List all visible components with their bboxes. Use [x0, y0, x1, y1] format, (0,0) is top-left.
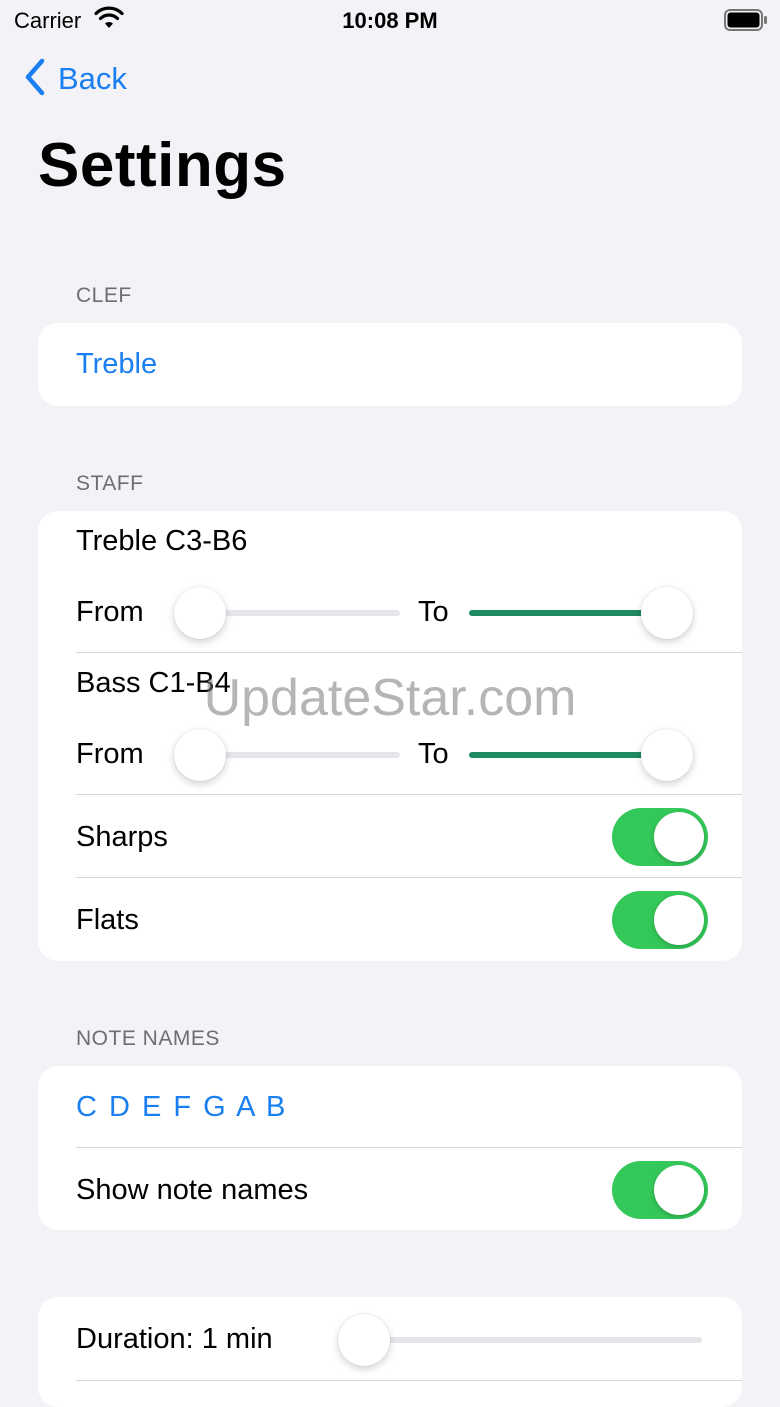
toggle-knob	[654, 1165, 704, 1215]
treble-to-label: To	[418, 596, 449, 628]
duration-slider[interactable]	[338, 1314, 702, 1366]
divider	[76, 794, 742, 795]
bass-from-slider[interactable]	[174, 729, 400, 781]
clef-section-header: CLEF	[76, 284, 132, 307]
status-bar: Carrier 10:08 PM	[0, 0, 780, 40]
toggle-knob	[654, 812, 704, 862]
treble-from-thumb[interactable]	[174, 587, 226, 639]
bass-to-thumb[interactable]	[641, 729, 693, 781]
divider	[76, 877, 742, 878]
clef-card: Treble	[38, 323, 742, 406]
chevron-left-icon	[24, 58, 46, 101]
divider	[76, 652, 742, 653]
sharps-label: Sharps	[76, 821, 168, 853]
duration-label: Duration: 1 min	[76, 1323, 273, 1355]
treble-from-slider[interactable]	[174, 587, 400, 639]
flats-label: Flats	[76, 904, 139, 936]
bass-to-label: To	[418, 738, 449, 770]
treble-from-label: From	[76, 596, 144, 628]
show-note-names-toggle[interactable]	[612, 1161, 708, 1219]
page-title: Settings	[38, 131, 287, 200]
divider	[76, 1147, 742, 1148]
duration-thumb[interactable]	[338, 1314, 390, 1366]
back-label: Back	[58, 61, 127, 96]
note-names-selector[interactable]: C D E F G A B	[76, 1090, 287, 1124]
staff-card: Treble C3-B6 From To Bass C1-B4 From To …	[38, 511, 742, 961]
treble-to-thumb[interactable]	[641, 587, 693, 639]
treble-range-title: Treble C3-B6	[76, 525, 248, 557]
treble-to-fill	[469, 610, 667, 616]
duration-card: Duration: 1 min	[38, 1297, 742, 1407]
clef-selector[interactable]: Treble	[76, 347, 157, 381]
note-names-card: C D E F G A B Show note names	[38, 1066, 742, 1230]
flats-toggle[interactable]	[612, 891, 708, 949]
bass-range-title: Bass C1-B4	[76, 667, 231, 699]
bass-to-slider[interactable]	[469, 729, 693, 781]
toggle-knob	[654, 895, 704, 945]
treble-to-slider[interactable]	[469, 587, 693, 639]
divider	[76, 1380, 742, 1381]
show-note-names-label: Show note names	[76, 1174, 309, 1206]
sharps-toggle[interactable]	[612, 808, 708, 866]
bass-to-fill	[469, 752, 667, 758]
staff-section-header: STAFF	[76, 472, 144, 495]
battery-icon	[724, 9, 768, 36]
status-time: 10:08 PM	[342, 8, 438, 33]
back-button[interactable]: Back	[24, 58, 127, 100]
note-names-section-header: NOTE NAMES	[76, 1027, 220, 1050]
bass-from-label: From	[76, 738, 144, 770]
bass-from-thumb[interactable]	[174, 729, 226, 781]
